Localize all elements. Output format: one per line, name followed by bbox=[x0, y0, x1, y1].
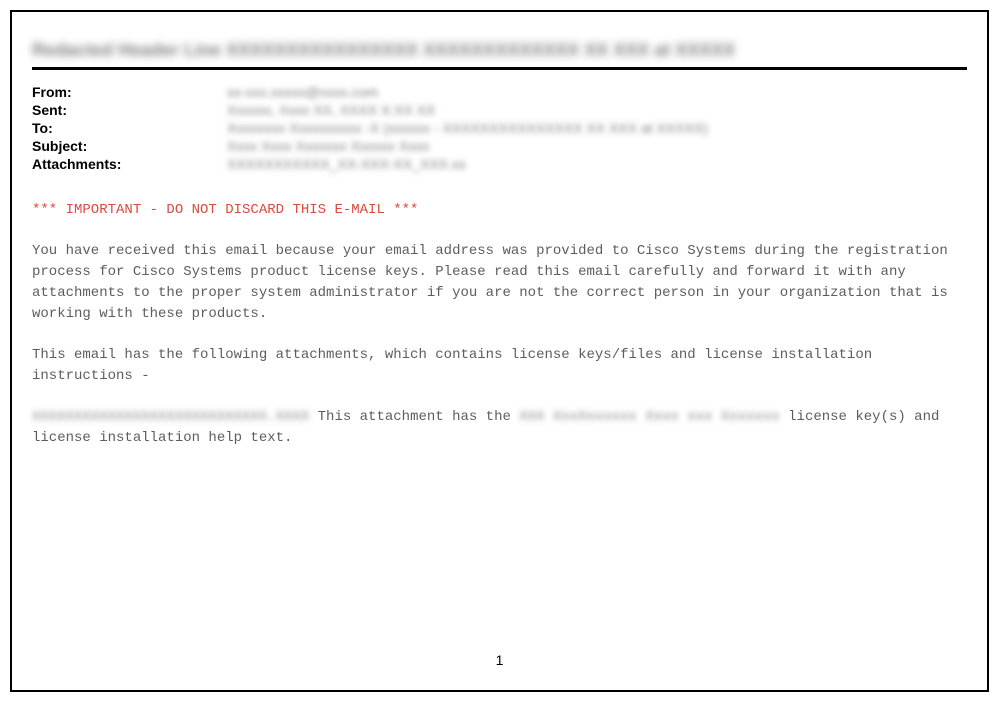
body-paragraph-3: XXXXXXXXXXXXXXXXXXXXXXXXXXXX.XXXX This a… bbox=[32, 407, 967, 449]
email-body: *** IMPORTANT - DO NOT DISCARD THIS E-MA… bbox=[32, 200, 967, 449]
email-page: Redacted Header Line XXXXXXXXXXXXXXXX XX… bbox=[10, 10, 989, 692]
header-attachments-label: Attachments: bbox=[32, 156, 227, 172]
document-title-row: Redacted Header Line XXXXXXXXXXXXXXXX XX… bbox=[32, 40, 967, 61]
email-headers: From: xx-xxx.xxxxx@xxxx.com Sent: Xxxxxx… bbox=[32, 84, 967, 172]
attachment-name-redacted: XXXXXXXXXXXXXXXXXXXXXXXXXXXX.XXXX bbox=[32, 409, 309, 425]
body-para3-pre: This attachment has the bbox=[309, 409, 519, 425]
document-title-redacted: Redacted Header Line XXXXXXXXXXXXXXXX XX… bbox=[32, 40, 735, 61]
important-warning: *** IMPORTANT - DO NOT DISCARD THIS E-MA… bbox=[32, 200, 967, 221]
title-rule bbox=[32, 67, 967, 70]
page-number: 1 bbox=[12, 652, 987, 668]
header-subject-label: Subject: bbox=[32, 138, 227, 154]
header-subject-value: Xxxx Xxxx Xxxxxxx Xxxxxx Xxxx bbox=[227, 138, 967, 154]
header-from-label: From: bbox=[32, 84, 227, 100]
body-paragraph-2: This email has the following attachments… bbox=[32, 345, 967, 387]
header-to-value: Xxxxxxxx Xxxxxxxxxx -X (xxxxxx - XXXXXXX… bbox=[227, 120, 967, 136]
header-sent-label: Sent: bbox=[32, 102, 227, 118]
header-attachments-value: XXXXXXXXXXX_XX-XXX-XX_XXX.xx bbox=[227, 156, 967, 172]
header-sent-value: Xxxxxx, Xxxx XX, XXXX X:XX XX bbox=[227, 102, 967, 118]
header-from-value: xx-xxx.xxxxx@xxxx.com bbox=[227, 84, 967, 100]
body-paragraph-1: You have received this email because you… bbox=[32, 241, 967, 325]
product-name-redacted: XXX XxxXxxxxxx Xxxx xxx Xxxxxxx bbox=[519, 409, 779, 425]
header-to-label: To: bbox=[32, 120, 227, 136]
